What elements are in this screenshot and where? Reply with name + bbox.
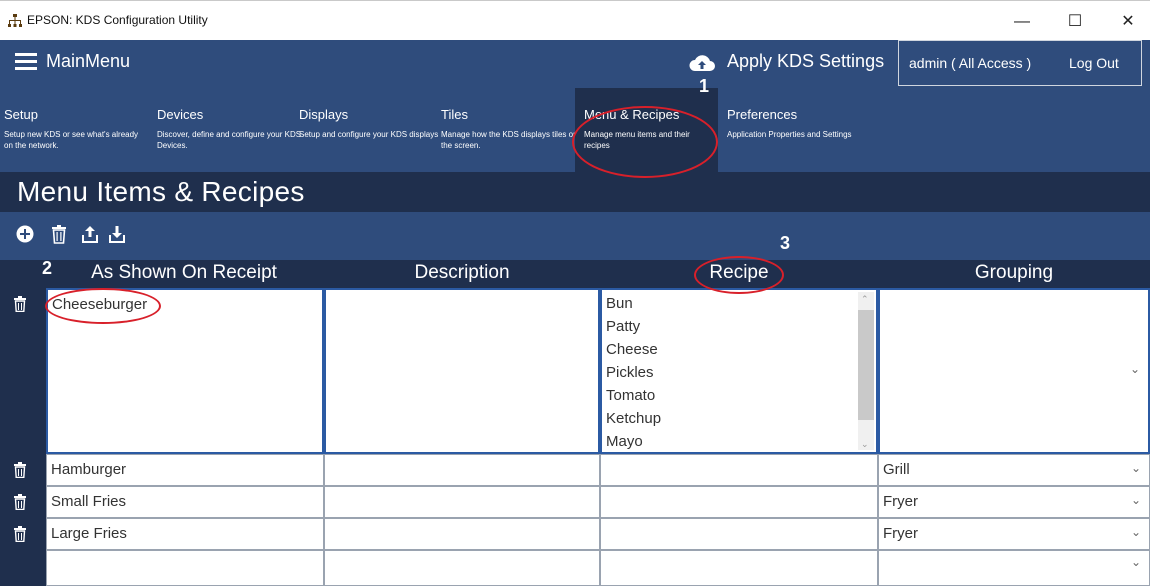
row-gutter (0, 550, 46, 586)
user-panel: admin ( All Access ) Log Out (898, 40, 1142, 86)
nav-item-setup[interactable]: Setup Setup new KDS or see what's alread… (4, 88, 149, 172)
chevron-down-icon[interactable]: ⌄ (1131, 461, 1141, 475)
row-gutter (0, 288, 46, 454)
highlight-circle-recipe (694, 256, 784, 294)
recipe-field[interactable] (600, 518, 878, 550)
nav-item-displays[interactable]: Displays Setup and configure your KDS di… (299, 88, 439, 172)
chevron-down-icon[interactable]: ⌄ (1131, 555, 1141, 569)
chevron-down-icon[interactable]: ⌄ (1131, 493, 1141, 507)
nav-item-title: Devices (157, 107, 204, 122)
cloud-upload-icon[interactable] (688, 53, 716, 73)
main-menu-button[interactable]: MainMenu (46, 51, 130, 72)
recipe-field[interactable] (600, 454, 878, 486)
highlight-circle-cheeseburger (45, 288, 161, 324)
user-info: admin ( All Access ) (909, 55, 1032, 71)
network-app-icon (8, 14, 22, 27)
hamburger-menu-icon[interactable] (15, 53, 37, 71)
description-field[interactable] (324, 518, 600, 550)
nav-item-title: Displays (299, 107, 349, 122)
window-titlebar: EPSON: KDS Configuration Utility — ☐ ✕ (0, 0, 1150, 40)
recipe-field[interactable] (600, 550, 878, 586)
maximize-button[interactable]: ☐ (1053, 7, 1097, 37)
nav-item-title: Setup (4, 107, 38, 122)
column-header-receipt[interactable]: As Shown On Receipt (46, 262, 322, 284)
nav-item-description: Discover, define and configure your KDS … (157, 130, 302, 150)
menu-items-grid: Cheeseburger Bun Patty Cheese Pickles To… (0, 288, 1150, 586)
logout-button[interactable]: Log Out (1069, 55, 1119, 71)
cell-text: Large Fries (51, 525, 127, 542)
receipt-name-field[interactable]: Large Fries (46, 518, 324, 550)
chevron-down-icon[interactable]: ⌄ (1130, 362, 1140, 376)
annotation-number: 1 (699, 76, 710, 96)
chevron-down-icon[interactable]: ⌄ (1131, 525, 1141, 539)
nav-item-description: Manage how the KDS displays tiles on the… (441, 130, 578, 150)
recipe-ingredients-list: Bun Patty Cheese Pickles Tomato Ketchup … (606, 292, 661, 453)
annotation-number: 3 (780, 233, 791, 253)
column-header-description[interactable]: Description (324, 262, 600, 284)
receipt-name-field[interactable] (46, 550, 324, 586)
delete-row-icon[interactable] (13, 494, 27, 510)
grouping-select[interactable]: Fryer ⌄ (878, 486, 1150, 518)
row-gutter (0, 486, 46, 518)
minimize-button[interactable]: — (1000, 7, 1044, 37)
scroll-down-icon[interactable]: ⌄ (861, 439, 869, 450)
row-gutter (0, 518, 46, 550)
nav-item-tiles[interactable]: Tiles Manage how the KDS displays tiles … (441, 88, 578, 172)
ingredient-item: Patty (606, 318, 641, 335)
upload-icon[interactable] (80, 224, 100, 244)
close-button[interactable]: ✕ (1106, 7, 1150, 37)
nav-item-title: Tiles (441, 107, 468, 122)
grid-header: As Shown On Receipt Description Recipe G… (0, 260, 1150, 288)
scroll-up-icon[interactable]: ⌃ (861, 294, 869, 305)
grouping-select[interactable]: ⌄ (878, 550, 1150, 586)
grouping-select[interactable]: ⌄ (878, 288, 1150, 454)
ingredient-item: Mayo (606, 433, 643, 450)
annotation-number: 2 (42, 258, 53, 278)
row-gutter (0, 454, 46, 486)
ingredient-item: Cheese (606, 341, 658, 358)
cell-text: Hamburger (51, 461, 127, 478)
window-title: EPSON: KDS Configuration Utility (27, 13, 208, 27)
cell-text: Small Fries (51, 493, 127, 510)
column-header-grouping[interactable]: Grouping (878, 262, 1150, 284)
page-header: Menu Items & Recipes (0, 172, 1150, 212)
ingredient-item: Tomato (606, 387, 656, 404)
description-field[interactable] (324, 454, 600, 486)
description-field[interactable] (324, 550, 600, 586)
cell-text: Grill (883, 461, 910, 478)
recipe-scrollbar[interactable]: ⌃ ⌄ (858, 292, 874, 450)
nav-item-devices[interactable]: Devices Discover, define and configure y… (157, 88, 301, 172)
ingredient-item: Ketchup (606, 410, 662, 427)
trash-icon[interactable] (49, 224, 69, 244)
scroll-thumb[interactable] (858, 310, 874, 420)
add-icon[interactable] (15, 224, 35, 244)
ingredient-item: Bun (606, 295, 633, 312)
delete-row-icon[interactable] (13, 462, 27, 478)
nav-item-description: Setup new KDS or see what's already on t… (4, 130, 139, 150)
ingredient-item: Pickles (606, 364, 654, 381)
cell-text: Fryer (883, 493, 918, 510)
download-icon[interactable] (107, 224, 127, 244)
description-field[interactable] (324, 486, 600, 518)
delete-row-icon[interactable] (13, 296, 27, 312)
grouping-select[interactable]: Fryer ⌄ (878, 518, 1150, 550)
recipe-field[interactable]: Bun Patty Cheese Pickles Tomato Ketchup … (600, 288, 878, 454)
delete-row-icon[interactable] (13, 526, 27, 542)
apply-kds-settings-button[interactable]: Apply KDS Settings (727, 51, 884, 72)
nav-item-description: Setup and configure your KDS displays (299, 130, 439, 139)
nav-item-description: Application Properties and Settings (727, 130, 852, 139)
grouping-select[interactable]: Grill ⌄ (878, 454, 1150, 486)
nav-item-title: Preferences (727, 107, 798, 122)
grid-toolbar (0, 212, 1150, 260)
receipt-name-field[interactable]: Hamburger (46, 454, 324, 486)
highlight-circle-menu-recipes (572, 106, 718, 178)
nav-item-preferences[interactable]: Preferences Application Properties and S… (727, 88, 867, 172)
page-title: Menu Items & Recipes (17, 176, 305, 207)
receipt-name-field[interactable]: Small Fries (46, 486, 324, 518)
cell-text: Fryer (883, 525, 918, 542)
description-field[interactable] (324, 288, 600, 454)
recipe-field[interactable] (600, 486, 878, 518)
